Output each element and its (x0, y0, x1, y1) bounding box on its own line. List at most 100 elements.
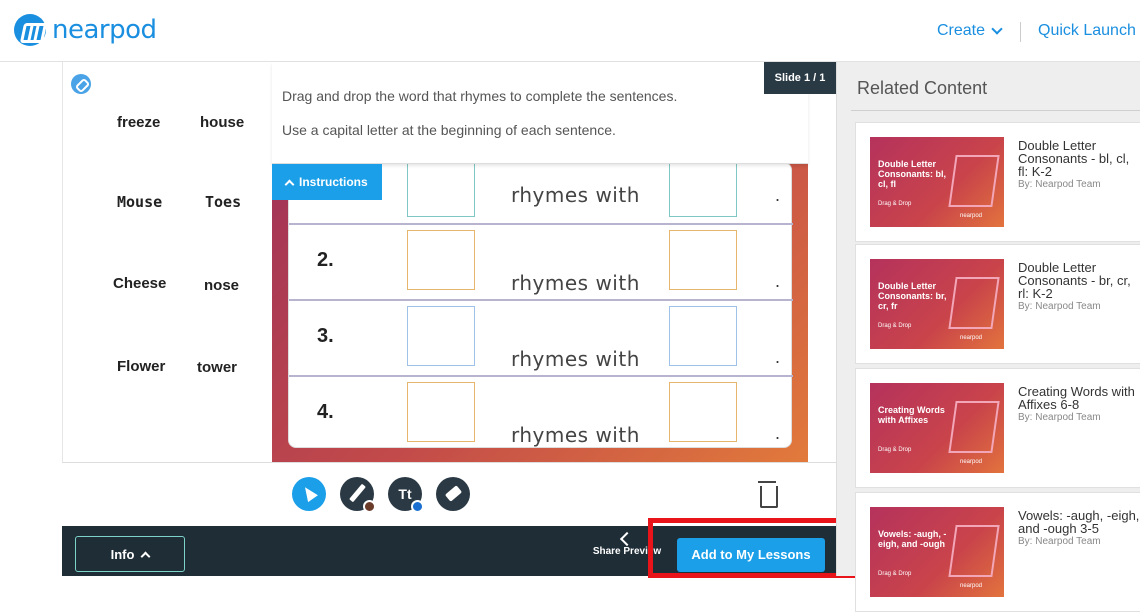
thumbnail-type: Drag & Drop (878, 571, 912, 577)
pen-tool-button[interactable] (340, 477, 376, 513)
drop-zone[interactable] (407, 230, 475, 290)
eraser-icon (444, 485, 463, 502)
top-bar: nearpod Create Quick Launch (0, 0, 1140, 62)
draggable-word[interactable]: Toes (205, 193, 241, 211)
drawing-toolbar: Tt (62, 462, 836, 526)
instruction-text: Drag and drop the word that rhymes to co… (282, 88, 678, 104)
drop-zone[interactable] (669, 382, 737, 442)
rhyme-text: rhymes with (511, 183, 640, 207)
sentence-row: 4. rhymes with . (289, 377, 793, 453)
quick-launch-link[interactable]: Quick Launch (1038, 22, 1136, 40)
share-icon (619, 531, 635, 547)
divider (851, 110, 1140, 111)
highlight-annotation-box (648, 518, 859, 578)
slide-counter-badge: Slide 1 / 1 (764, 62, 836, 94)
draggable-word[interactable]: Mouse (117, 193, 162, 211)
lesson-title: Vowels: -augh, -eigh, and -ough 3-5 By: … (1018, 509, 1140, 548)
related-lesson-card[interactable]: Double Letter Consonants: bl, cl, fl Dra… (855, 122, 1140, 242)
related-content-panel: Related Content Double Letter Consonants… (836, 62, 1140, 612)
thumbnail-logo: nearpod (960, 213, 983, 219)
lesson-thumbnail: Creating Words with Affixes Drag & Drop … (870, 383, 1004, 473)
worksheet-illustration (948, 155, 1000, 207)
word-bank-panel: freeze house Mouse Toes Cheese nose Flow… (62, 62, 272, 462)
text-tool-button[interactable]: Tt (388, 477, 424, 513)
thumbnail-type: Drag & Drop (878, 201, 912, 207)
nearpod-logo[interactable]: nearpod (14, 14, 157, 46)
trash-icon[interactable] (756, 481, 778, 509)
pen-icon (349, 483, 366, 503)
draggable-word[interactable]: house (200, 114, 244, 131)
chevron-down-icon (991, 23, 1003, 35)
rhyme-text: rhymes with (511, 347, 640, 371)
thumbnail-title: Creating Words with Affixes (878, 405, 945, 425)
row-period: . (775, 185, 781, 205)
eraser-tool-button[interactable] (436, 477, 470, 511)
logo-text: nearpod (52, 15, 157, 45)
instruction-text: Use a capital letter at the beginning of… (282, 122, 616, 138)
drop-zone[interactable] (407, 382, 475, 442)
link-icon[interactable] (71, 74, 91, 94)
related-lesson-card[interactable]: Vowels: -augh, -eigh, and -ough Drag & D… (855, 492, 1140, 612)
row-number: 4. (317, 401, 334, 423)
lesson-title-text: Double Letter Consonants - bl, cl, fl: K… (1018, 138, 1130, 179)
draggable-word[interactable]: freeze (117, 114, 160, 131)
left-gutter (0, 62, 62, 576)
rhyme-text: rhymes with (511, 423, 640, 447)
thumbnail-type: Drag & Drop (878, 323, 912, 329)
thumbnail-logo: nearpod (960, 583, 983, 589)
lesson-title-text: Double Letter Consonants - br, cr, rl: K… (1018, 260, 1131, 301)
row-number: 3. (317, 325, 334, 347)
worksheet-illustration (948, 277, 1000, 329)
create-menu-button[interactable]: Create (937, 22, 1003, 40)
worksheet: rhymes with . 2. rhymes with . 3. rhymes… (288, 157, 793, 448)
lesson-thumbnail: Double Letter Consonants: br, cr, fr Dra… (870, 259, 1004, 349)
thumbnail-type: Drag & Drop (878, 447, 912, 453)
draggable-word[interactable]: tower (197, 359, 237, 376)
related-content-title: Related Content (857, 78, 988, 98)
drop-zone[interactable] (669, 230, 737, 290)
sentence-row: 2. rhymes with . (289, 225, 793, 301)
chevron-up-icon (284, 179, 295, 189)
pointer-icon (300, 483, 318, 503)
worksheet-illustration (948, 525, 1000, 577)
lesson-title-text: Creating Words with Affixes 6-8 (1018, 384, 1135, 412)
instructions-tab-label: Instructions (299, 175, 368, 189)
thumbnail-title: Double Letter Consonants: br, cr, fr (878, 281, 947, 311)
row-number: 2. (317, 249, 334, 271)
drop-zone[interactable] (407, 306, 475, 366)
drop-zone[interactable] (407, 157, 475, 217)
draggable-word[interactable]: nose (204, 277, 239, 294)
thumbnail-title: Double Letter Consonants: bl, cl, fl (878, 159, 946, 189)
related-lesson-card[interactable]: Double Letter Consonants: br, cr, fr Dra… (855, 244, 1140, 364)
row-period: . (775, 423, 781, 443)
draggable-word[interactable]: Flower (117, 358, 165, 375)
thumbnail-title: Vowels: -augh, -eigh, and -ough (878, 529, 947, 549)
lesson-title: Double Letter Consonants - br, cr, rl: K… (1018, 261, 1140, 313)
header-divider (1020, 22, 1021, 42)
lesson-thumbnail: Vowels: -augh, -eigh, and -ough Drag & D… (870, 507, 1004, 597)
create-label: Create (937, 22, 986, 39)
lesson-thumbnail: Double Letter Consonants: bl, cl, fl Dra… (870, 137, 1004, 227)
lesson-author: By: Nearpod Team (1018, 536, 1101, 547)
row-period: . (775, 271, 781, 291)
lesson-author: By: Nearpod Team (1018, 179, 1101, 190)
related-lesson-card[interactable]: Creating Words with Affixes Drag & Drop … (855, 368, 1140, 488)
row-period: . (775, 347, 781, 367)
sentence-row: 3. rhymes with . (289, 301, 793, 377)
info-label: Info (110, 546, 135, 562)
lesson-title-text: Vowels: -augh, -eigh, and -ough 3-5 (1018, 508, 1140, 536)
pen-color-swatch (363, 500, 376, 513)
draggable-word[interactable]: Cheese (113, 275, 166, 292)
rhyme-text: rhymes with (511, 271, 640, 295)
drop-zone[interactable] (669, 306, 737, 366)
info-button[interactable]: Info (75, 536, 185, 572)
worksheet-illustration (948, 401, 1000, 453)
select-tool-button[interactable] (292, 477, 326, 511)
instructions-toggle-button[interactable]: Instructions (272, 164, 382, 200)
nearpod-logo-icon (14, 14, 46, 46)
thumbnail-logo: nearpod (960, 335, 983, 341)
lesson-title: Double Letter Consonants - bl, cl, fl: K… (1018, 139, 1140, 191)
lesson-author: By: Nearpod Team (1018, 412, 1101, 423)
text-color-swatch (411, 500, 424, 513)
drop-zone[interactable] (669, 157, 737, 217)
